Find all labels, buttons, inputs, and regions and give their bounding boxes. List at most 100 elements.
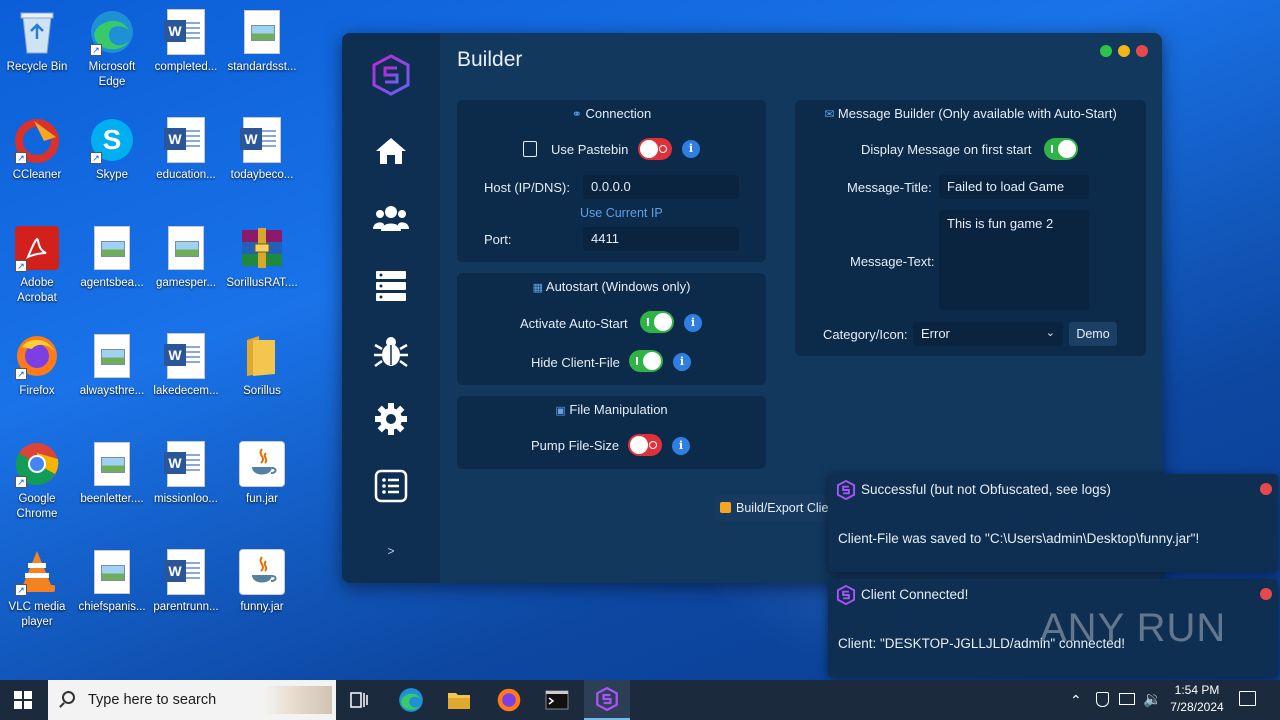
- taskbar-search-input[interactable]: Type here to search: [48, 680, 336, 720]
- desktop-icon-sorillus-folder[interactable]: Sorillus: [225, 332, 299, 399]
- desktop-icon-education[interactable]: W education...: [149, 116, 223, 183]
- notification-title: Client Connected!: [861, 587, 969, 602]
- desktop-icon-firefox[interactable]: ↗ Firefox: [0, 332, 74, 399]
- firefox-icon: ↗: [13, 332, 61, 380]
- task-view-button[interactable]: [336, 680, 382, 720]
- use-pastebin-toggle[interactable]: [638, 138, 672, 160]
- host-input[interactable]: 0.0.0.0: [583, 175, 739, 199]
- desktop-icon-label: Firefox: [19, 385, 55, 397]
- desktop-icon-ccleaner[interactable]: ↗ CCleaner: [0, 116, 74, 183]
- desktop-icon-beenletter[interactable]: beenletter....: [75, 440, 149, 507]
- desktop-icon-edge[interactable]: ↗ Microsoft Edge: [75, 8, 149, 90]
- start-button[interactable]: [0, 680, 46, 720]
- info-icon[interactable]: i: [682, 140, 700, 158]
- chevron-down-icon: ⌄: [1045, 327, 1055, 339]
- desktop-icon-vlc[interactable]: ↗ VLC media player: [0, 548, 74, 630]
- clock-time: 1:54 PM: [1174, 683, 1220, 697]
- close-button[interactable]: [1136, 45, 1148, 57]
- pastebin-icon: [523, 141, 537, 157]
- demo-button[interactable]: Demo: [1069, 322, 1117, 346]
- minimize-button[interactable]: [1118, 45, 1130, 57]
- gear-icon[interactable]: [371, 399, 411, 439]
- app-logo-icon: [596, 687, 618, 711]
- terminal-icon: [545, 690, 569, 710]
- desktop-icon-label: education...: [156, 169, 216, 181]
- desktop-icon-label: SorillusRAT....: [226, 277, 298, 289]
- home-icon[interactable]: [371, 131, 411, 171]
- desktop-icon-label: Adobe Acrobat: [17, 277, 57, 304]
- message-builder-panel: ✉ Message Builder (Only available with A…: [795, 100, 1146, 356]
- image-file-icon: [162, 224, 210, 272]
- desktop-icon-fun-jar[interactable]: fun.jar: [225, 440, 299, 507]
- message-title-input[interactable]: Failed to load Game: [939, 175, 1089, 199]
- category-select[interactable]: Error ⌄: [913, 322, 1063, 346]
- list-icon[interactable]: [371, 466, 411, 506]
- info-icon[interactable]: i: [684, 314, 702, 332]
- desktop-icon-label: gamesper...: [155, 277, 217, 289]
- taskbar-terminal[interactable]: [534, 680, 580, 720]
- taskbar-edge[interactable]: [388, 680, 434, 720]
- volume-icon[interactable]: 🔉: [1143, 690, 1162, 708]
- host-label: Host (IP/DNS):: [484, 180, 570, 195]
- clock[interactable]: 1:54 PM 7/28/2024: [1164, 683, 1230, 714]
- image-file-icon: [88, 440, 136, 488]
- desktop-icon-completed[interactable]: W completed...: [149, 8, 223, 75]
- file-manipulation-panel: ▣ File Manipulation Pump File-Size i: [457, 396, 766, 469]
- desktop-icon-agentsbea[interactable]: agentsbea...: [75, 224, 149, 291]
- display-message-label: Display Message on first start: [861, 142, 1032, 157]
- pump-file-size-toggle[interactable]: [628, 434, 662, 456]
- desktop-icon-adobe-acrobat[interactable]: ↗ Adobe Acrobat: [0, 224, 74, 306]
- info-icon[interactable]: i: [672, 437, 690, 455]
- info-icon[interactable]: i: [673, 353, 691, 371]
- autostart-panel: ▦ Autostart (Windows only) Activate Auto…: [457, 273, 766, 385]
- desktop-icon-google-chrome[interactable]: ↗ Google Chrome: [0, 440, 74, 522]
- winrar-archive-icon: [238, 224, 286, 272]
- desktop-icon-standardsst[interactable]: standardsst...: [225, 8, 299, 75]
- sidebar-expand-label: >: [387, 544, 395, 558]
- network-shield-icon[interactable]: [1096, 692, 1109, 707]
- message-text-area[interactable]: This is fun game 2: [939, 210, 1089, 310]
- notification-close-button[interactable]: [1260, 483, 1272, 495]
- show-hidden-icons-button[interactable]: ⌃: [1070, 692, 1082, 709]
- taskbar-sorillus[interactable]: [584, 680, 630, 720]
- desktop-icon-chiefspanis[interactable]: chiefspanis...: [75, 548, 149, 615]
- desktop-icon-label: beenletter....: [80, 493, 144, 505]
- folder-icon: [448, 693, 470, 709]
- desktop-icon-recycle-bin[interactable]: Recycle Bin: [0, 8, 74, 75]
- use-current-ip-link[interactable]: Use Current IP: [580, 206, 663, 220]
- desktop-icon-gamesper[interactable]: gamesper...: [149, 224, 223, 291]
- taskbar-firefox[interactable]: [486, 680, 532, 720]
- users-icon[interactable]: [371, 198, 411, 238]
- display-message-toggle[interactable]: [1044, 138, 1078, 160]
- word-document-icon: W: [162, 8, 210, 56]
- windows-logo-icon: [14, 691, 32, 709]
- desktop-icon-label: fun.jar: [246, 493, 278, 505]
- desktop-icon-lakedecem[interactable]: W lakedecem...: [149, 332, 223, 399]
- word-document-icon: W: [162, 440, 210, 488]
- desktop-icon-parentrunn[interactable]: W parentrunn...: [149, 548, 223, 615]
- activate-autostart-toggle[interactable]: [640, 311, 674, 333]
- hide-client-file-toggle[interactable]: [629, 350, 663, 372]
- maximize-button[interactable]: [1100, 45, 1112, 57]
- desktop-icon-label: Google Chrome: [16, 493, 58, 520]
- notification-center-icon[interactable]: [1239, 691, 1256, 706]
- word-document-icon: W: [162, 332, 210, 380]
- port-input[interactable]: 4411: [583, 227, 739, 251]
- sidebar-expand-button[interactable]: >: [371, 531, 411, 571]
- desktop-icon-label: funny.jar: [240, 601, 284, 613]
- network-icon[interactable]: [1119, 693, 1135, 705]
- notification-close-button[interactable]: [1260, 588, 1272, 600]
- taskbar-file-explorer[interactable]: [436, 680, 482, 720]
- desktop-icon-alwaysthre[interactable]: alwaysthre...: [75, 332, 149, 399]
- java-jar-icon: [238, 440, 286, 488]
- desktop-icon-label: standardsst...: [227, 61, 297, 73]
- desktop-icon-funny-jar[interactable]: funny.jar: [225, 548, 299, 615]
- bug-icon[interactable]: [371, 332, 411, 372]
- desktop-icon-missionloo[interactable]: W missionloo...: [149, 440, 223, 507]
- desktop-icon-todaybeco[interactable]: W todaybeco...: [225, 116, 299, 183]
- notification-success[interactable]: Successful (but not Obfuscated, see logs…: [828, 474, 1278, 572]
- desktop-icon-skype[interactable]: S ↗ Skype: [75, 116, 149, 183]
- server-icon[interactable]: [371, 266, 411, 306]
- desktop-icon-sorillusrat[interactable]: SorillusRAT....: [225, 224, 299, 291]
- window-controls: [1100, 45, 1148, 57]
